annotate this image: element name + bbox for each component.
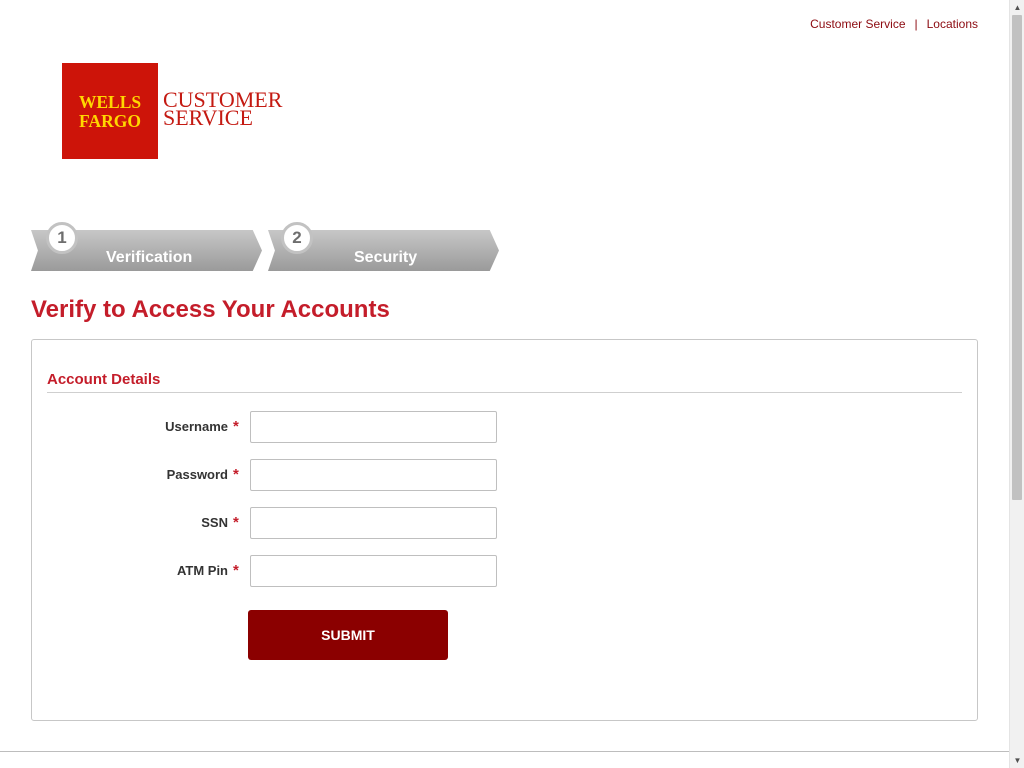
customer-service-link[interactable]: Customer Service [810,17,905,31]
ssn-row: SSN * [32,507,532,539]
nav-separator: | [914,17,918,31]
step-1-number-badge: 1 [46,222,78,254]
section-divider [47,392,962,393]
submit-button[interactable]: SUBMIT [248,610,448,660]
logo-line-1: WELLS [78,92,142,112]
section-title: Account Details [47,371,161,388]
progress-steps: 1 2 Verification Security [31,222,511,272]
top-navigation: Customer Service | Locations [810,17,978,31]
required-marker: * [233,514,239,531]
ssn-input[interactable] [250,507,497,539]
account-details-panel: Account Details Username * Password * SS… [31,339,978,721]
footer-divider [0,751,1010,752]
vertical-scrollbar[interactable]: ▲ ▼ [1009,0,1024,768]
username-row: Username * [32,411,532,443]
logo-tagline: CUSTOMER SERVICE [163,89,282,129]
logo-line-2: FARGO [79,111,141,131]
wells-fargo-logo-icon: WELLS FARGO [62,63,158,159]
locations-link[interactable]: Locations [927,17,978,31]
scrollbar-thumb[interactable] [1012,15,1022,500]
password-input[interactable] [250,459,497,491]
atm-pin-row: ATM Pin * [32,555,532,587]
ssn-label: SSN [201,515,228,530]
scroll-up-arrow-icon[interactable]: ▲ [1010,0,1024,15]
atm-pin-input[interactable] [250,555,497,587]
atm-pin-label: ATM Pin [176,563,228,578]
password-row: Password * [32,459,532,491]
step-2-number-badge: 2 [281,222,313,254]
username-label: Username [165,419,228,434]
scroll-down-arrow-icon[interactable]: ▼ [1010,753,1024,768]
password-label: Password [166,467,228,482]
username-input[interactable] [250,411,497,443]
page-title: Verify to Access Your Accounts [31,296,390,323]
required-marker: * [233,418,239,435]
step-security-label: Security [354,249,418,266]
step-verification-label: Verification [106,249,193,266]
required-marker: * [233,466,239,483]
required-marker: * [233,562,239,579]
